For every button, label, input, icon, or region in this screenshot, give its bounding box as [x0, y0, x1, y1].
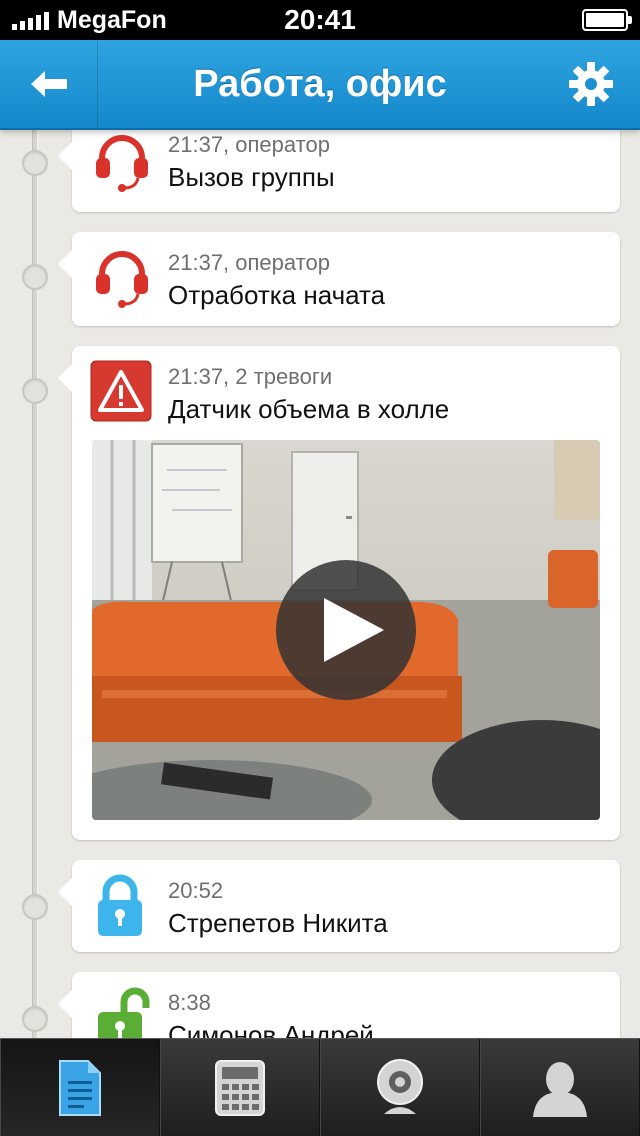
nav-header: Работа, офис [0, 40, 640, 130]
operator-headset-icon [96, 135, 148, 192]
event-title: Симонов Андрей [168, 1020, 374, 1038]
tab-cameras[interactable] [320, 1039, 480, 1136]
user-icon [533, 1061, 587, 1117]
timeline-dot [22, 894, 48, 920]
timeline-dot [22, 264, 48, 290]
settings-button[interactable] [542, 40, 640, 128]
carrier-name: MegaFon [57, 5, 167, 34]
event-card[interactable]: 8:38 Симонов Андрей [58, 972, 620, 1038]
document-icon [59, 1059, 101, 1116]
gear-icon [569, 62, 613, 106]
page-title: Работа, офис [193, 62, 447, 105]
event-title: Вызов группы [168, 162, 335, 192]
tab-bar [0, 1038, 640, 1136]
event-card-alarm[interactable]: 21:37, 2 тревоги Датчик объема в холле [58, 346, 620, 840]
status-bar: MegaFon 20:41 [0, 0, 640, 40]
lock-open-icon [98, 987, 150, 1038]
event-meta: 21:37, оператор [168, 250, 330, 275]
tab-events[interactable] [0, 1039, 160, 1136]
back-arrow-icon [30, 71, 67, 97]
lock-closed-icon [98, 874, 142, 936]
event-card[interactable]: 20:52 Стрепетов Никита [58, 860, 620, 952]
event-title: Датчик объема в холле [168, 394, 450, 424]
signal-strength-icon [12, 10, 49, 30]
operator-headset-icon [96, 251, 148, 308]
event-meta: 8:38 [168, 990, 211, 1015]
back-button[interactable] [0, 40, 98, 128]
tab-profile[interactable] [480, 1039, 640, 1136]
camera-video-thumbnail[interactable] [92, 440, 600, 820]
camera-snapshot-image [92, 440, 600, 820]
event-card[interactable]: 21:37, оператор Отработка начата [58, 232, 620, 326]
event-meta: 21:37, оператор [168, 132, 330, 157]
event-title: Отработка начата [168, 280, 386, 310]
event-card[interactable]: 21:37, оператор Вызов группы [58, 130, 620, 212]
event-timeline[interactable]: 21:37, оператор Вызов группы 21:37, опер… [0, 130, 640, 1038]
tab-control[interactable] [160, 1039, 320, 1136]
timeline-dot [22, 150, 48, 176]
event-meta: 20:52 [168, 878, 224, 903]
event-title: Стрепетов Никита [168, 908, 388, 938]
battery-icon [582, 9, 632, 31]
timeline-dot [22, 378, 48, 404]
calculator-icon [215, 1059, 265, 1116]
alarm-warning-icon [90, 360, 152, 422]
timeline-dot [22, 1006, 48, 1032]
status-time: 20:41 [284, 4, 356, 35]
webcam-icon [377, 1058, 423, 1114]
event-meta: 21:37, 2 тревоги [168, 364, 333, 389]
